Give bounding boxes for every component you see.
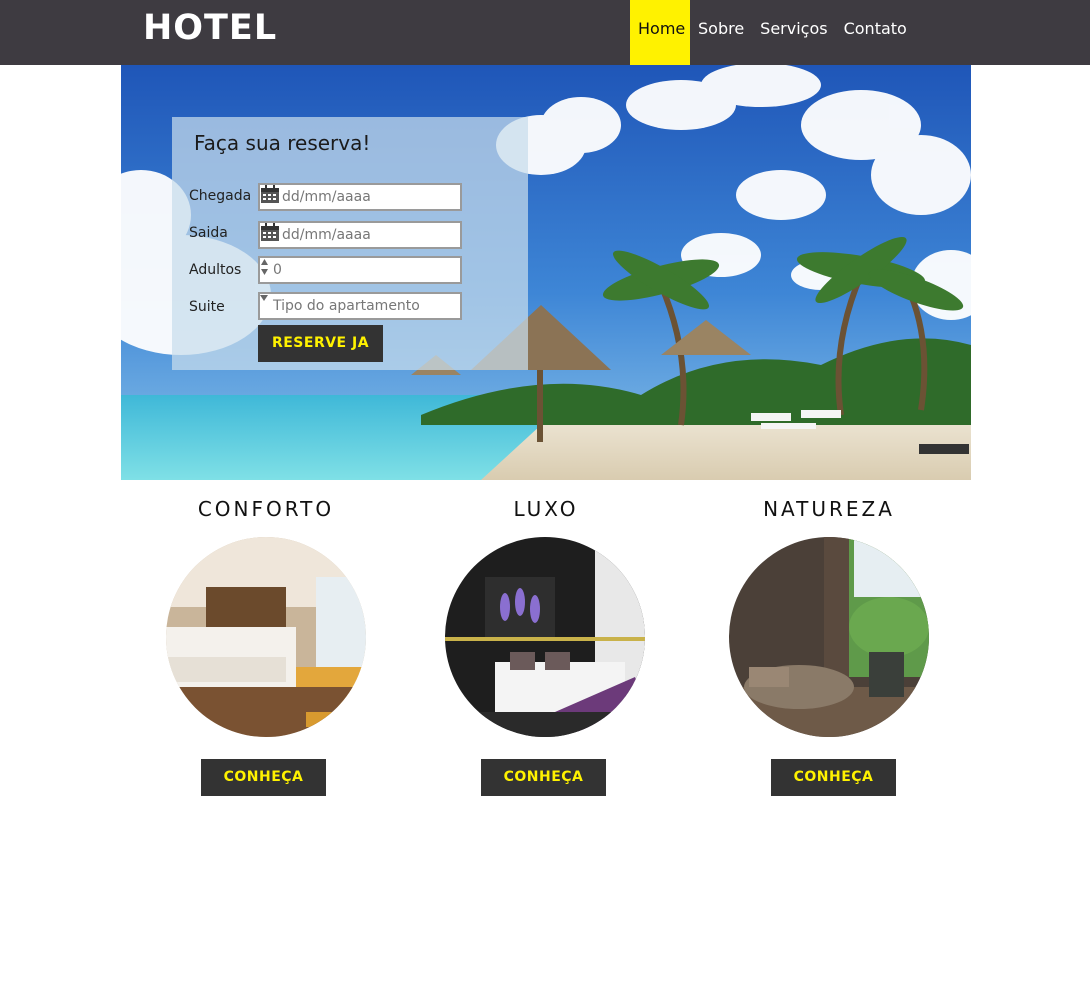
luxo-room-image	[445, 537, 645, 737]
hero-slider: Faça sua reserva! Chegada dd/mm/aaaa Sai…	[121, 65, 971, 480]
feature-conforto: CONFORTO CONHEÇA	[136, 497, 396, 797]
natureza-room-image	[729, 537, 929, 737]
arrival-label: Chegada	[189, 188, 252, 204]
site-logo[interactable]: HOTEL	[143, 8, 277, 48]
spinner-arrows-icon[interactable]	[260, 258, 269, 276]
nav-item-sobre[interactable]: Sobre	[690, 0, 752, 65]
departure-date-input[interactable]: dd/mm/aaaa	[258, 221, 462, 249]
reserve-button[interactable]: RESERVE JA	[258, 325, 383, 362]
chevron-down-icon	[260, 295, 268, 301]
main-nav: Home Sobre Serviços Contato	[630, 0, 915, 65]
booking-form: Faça sua reserva! Chegada dd/mm/aaaa Sai…	[172, 117, 528, 370]
feature-title: NATUREZA	[763, 497, 895, 521]
conheca-button[interactable]: CONHEÇA	[771, 759, 896, 796]
departure-label: Saida	[189, 225, 228, 241]
conheca-button[interactable]: CONHEÇA	[481, 759, 606, 796]
adults-label: Adultos	[189, 262, 242, 278]
feature-natureza: NATUREZA CONHEÇA	[699, 497, 959, 797]
suite-label: Suite	[189, 299, 225, 315]
nav-item-contato[interactable]: Contato	[836, 0, 915, 65]
top-navbar: HOTEL Home Sobre Serviços Contato	[0, 0, 1090, 65]
feature-title: CONFORTO	[197, 497, 335, 521]
feature-luxo: LUXO CONHEÇA	[416, 497, 676, 797]
conforto-room-image	[166, 537, 366, 737]
nav-item-home[interactable]: Home	[630, 0, 690, 65]
conheca-button[interactable]: CONHEÇA	[201, 759, 326, 796]
arrival-placeholder: dd/mm/aaaa	[282, 189, 371, 205]
adults-number-input[interactable]: 0	[258, 256, 462, 284]
suite-select[interactable]: Tipo do apartamento	[258, 292, 462, 320]
arrival-date-input[interactable]: dd/mm/aaaa	[258, 183, 462, 211]
suite-placeholder: Tipo do apartamento	[273, 298, 420, 314]
booking-title: Faça sua reserva!	[194, 131, 371, 155]
nav-item-servicos[interactable]: Serviços	[752, 0, 835, 65]
calendar-icon[interactable]	[260, 185, 280, 204]
departure-placeholder: dd/mm/aaaa	[282, 227, 371, 243]
adults-value: 0	[273, 262, 282, 278]
calendar-icon[interactable]	[260, 223, 280, 242]
feature-title: LUXO	[513, 497, 579, 521]
slider-indicator[interactable]	[919, 444, 969, 454]
